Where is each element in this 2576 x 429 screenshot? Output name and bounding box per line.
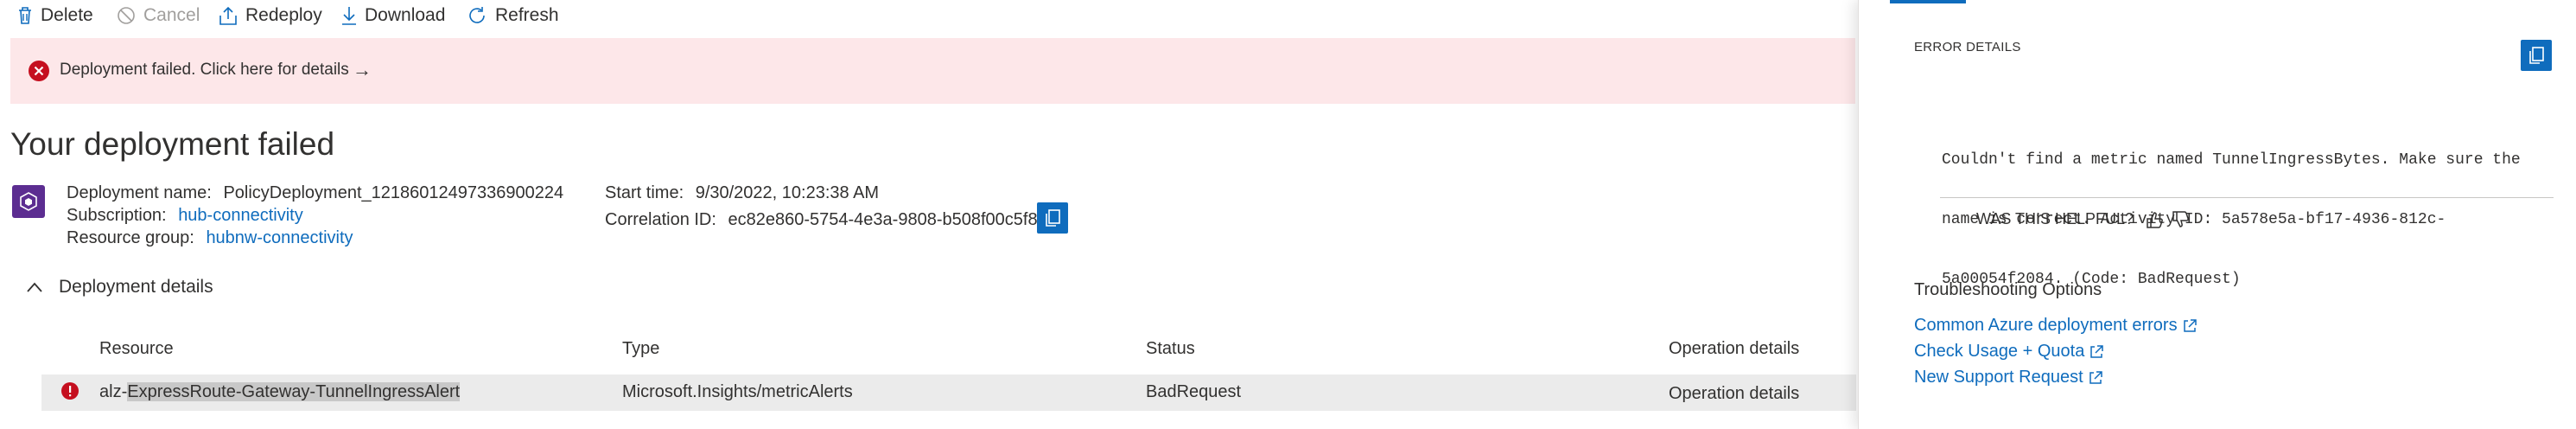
error-status-icon [61,382,79,400]
subscription-label: Subscription: [67,206,167,225]
deployment-details-label: Deployment details [59,277,213,297]
troubleshooting-title: Troubleshooting Options [1914,280,2102,299]
cancel-button[interactable]: Cancel [117,0,200,31]
link-new-support-request[interactable]: New Support Request [1914,368,2103,387]
column-header-type: Type [622,339,660,358]
trash-icon [19,7,31,24]
deployment-name-value: PolicyDeployment_12186012497336900224 [223,183,564,202]
download-button[interactable]: Download [341,0,445,31]
thumbs-up-icon[interactable] [2146,211,2165,228]
cancel-label: Cancel [143,5,200,25]
copy-icon [1046,209,1060,227]
resource-name-highlighted: ExpressRoute-Gateway-TunnelIngressAlert [127,382,461,401]
external-link-icon [2089,370,2102,384]
correlation-id-value: ec82e860-5754-4e3a-9808-b508f00c5f87 [728,210,1047,229]
error-icon [29,61,49,81]
deployment-details-toggle[interactable]: Deployment details [26,277,213,298]
refresh-button[interactable]: Refresh [467,0,559,31]
copy-correlation-button[interactable] [1037,202,1068,234]
column-header-resource: Resource [99,339,174,358]
start-time-label: Start time: [605,183,684,202]
start-time-row: Start time: 9/30/2022, 10:23:38 AM [605,183,879,203]
deployment-failed-banner[interactable]: Deployment failed. Click here for detail… [10,38,1855,104]
delete-button[interactable]: Delete [17,0,93,31]
subscription-link[interactable]: hub-connectivity [178,206,303,225]
deployment-name-row: Deployment name: PolicyDeployment_121860… [67,183,563,203]
redeploy-label: Redeploy [245,5,322,25]
error-details-header: ERROR DETAILS [1914,40,2021,54]
column-header-status: Status [1146,339,1195,358]
link-label: Common Azure deployment errors [1914,316,2178,335]
helpful-label: WAS THIS HELPFUL? [1976,210,2134,227]
helpful-row: WAS THIS HELPFUL? [1976,210,2191,228]
status-cell: BadRequest [1146,382,1242,401]
copy-error-button[interactable] [2521,40,2552,71]
type-cell: Microsoft.Insights/metricAlerts [622,382,853,401]
resource-name-cell: alz-ExpressRoute-Gateway-TunnelIngressAl… [99,382,461,402]
copy-icon [2529,47,2544,64]
resource-group-link[interactable]: hubnw-connectivity [206,228,353,247]
redeploy-button[interactable]: Redeploy [219,0,322,31]
link-common-deployment-errors[interactable]: Common Azure deployment errors [1914,316,2198,336]
upload-icon [219,6,237,25]
refresh-icon [469,7,485,23]
thumbs-down-icon[interactable] [2172,210,2191,228]
arrow-right-icon: → [353,59,372,80]
banner-text: Deployment failed. Click here for detail… [60,61,349,79]
error-message-line: Couldn't find a metric named TunnelIngre… [1942,151,2521,169]
link-label: Check Usage + Quota [1914,342,2085,361]
chevron-up-icon [27,282,42,292]
cancel-icon [118,7,135,24]
page-title: Your deployment failed [10,126,335,162]
external-link-icon [2090,344,2104,358]
subscription-row: Subscription: hub-connectivity [67,206,303,226]
resource-group-label: Resource group: [67,228,194,247]
panel-active-tab-indicator [1890,0,1966,3]
delete-label: Delete [41,5,93,25]
download-label: Download [365,5,446,25]
deployment-name-label: Deployment name: [67,183,212,202]
external-link-icon [2183,318,2197,332]
start-time-value: 9/30/2022, 10:23:38 AM [695,183,880,202]
link-label: New Support Request [1914,368,2083,387]
resource-name-prefix: alz- [99,382,128,401]
refresh-label: Refresh [495,5,559,25]
deployment-icon [12,185,45,218]
correlation-id-row: Correlation ID: ec82e860-5754-4e3a-9808-… [605,210,1047,230]
link-check-usage-quota[interactable]: Check Usage + Quota [1914,342,2104,362]
resource-group-row: Resource group: hubnw-connectivity [67,228,353,248]
download-icon [342,7,356,25]
operation-details-link[interactable]: Operation details [1669,384,1799,404]
divider [1940,197,2554,198]
correlation-id-label: Correlation ID: [605,210,716,229]
column-header-operation-details: Operation details [1669,339,1800,358]
